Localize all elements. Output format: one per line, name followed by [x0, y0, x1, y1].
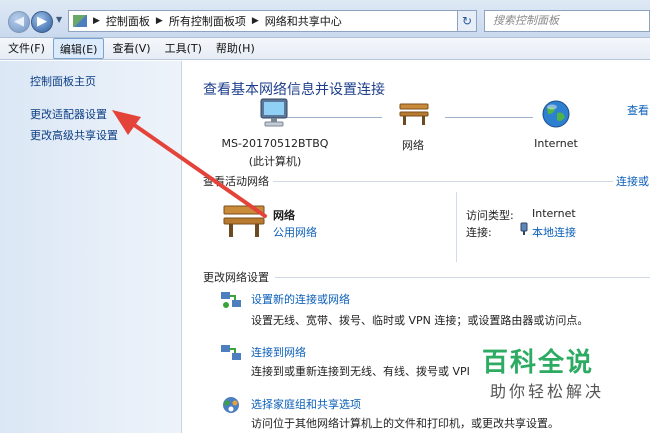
watermark-title: 百科全说 [482, 348, 595, 378]
watermark-subtitle: 助你轻松解决 [490, 382, 605, 401]
